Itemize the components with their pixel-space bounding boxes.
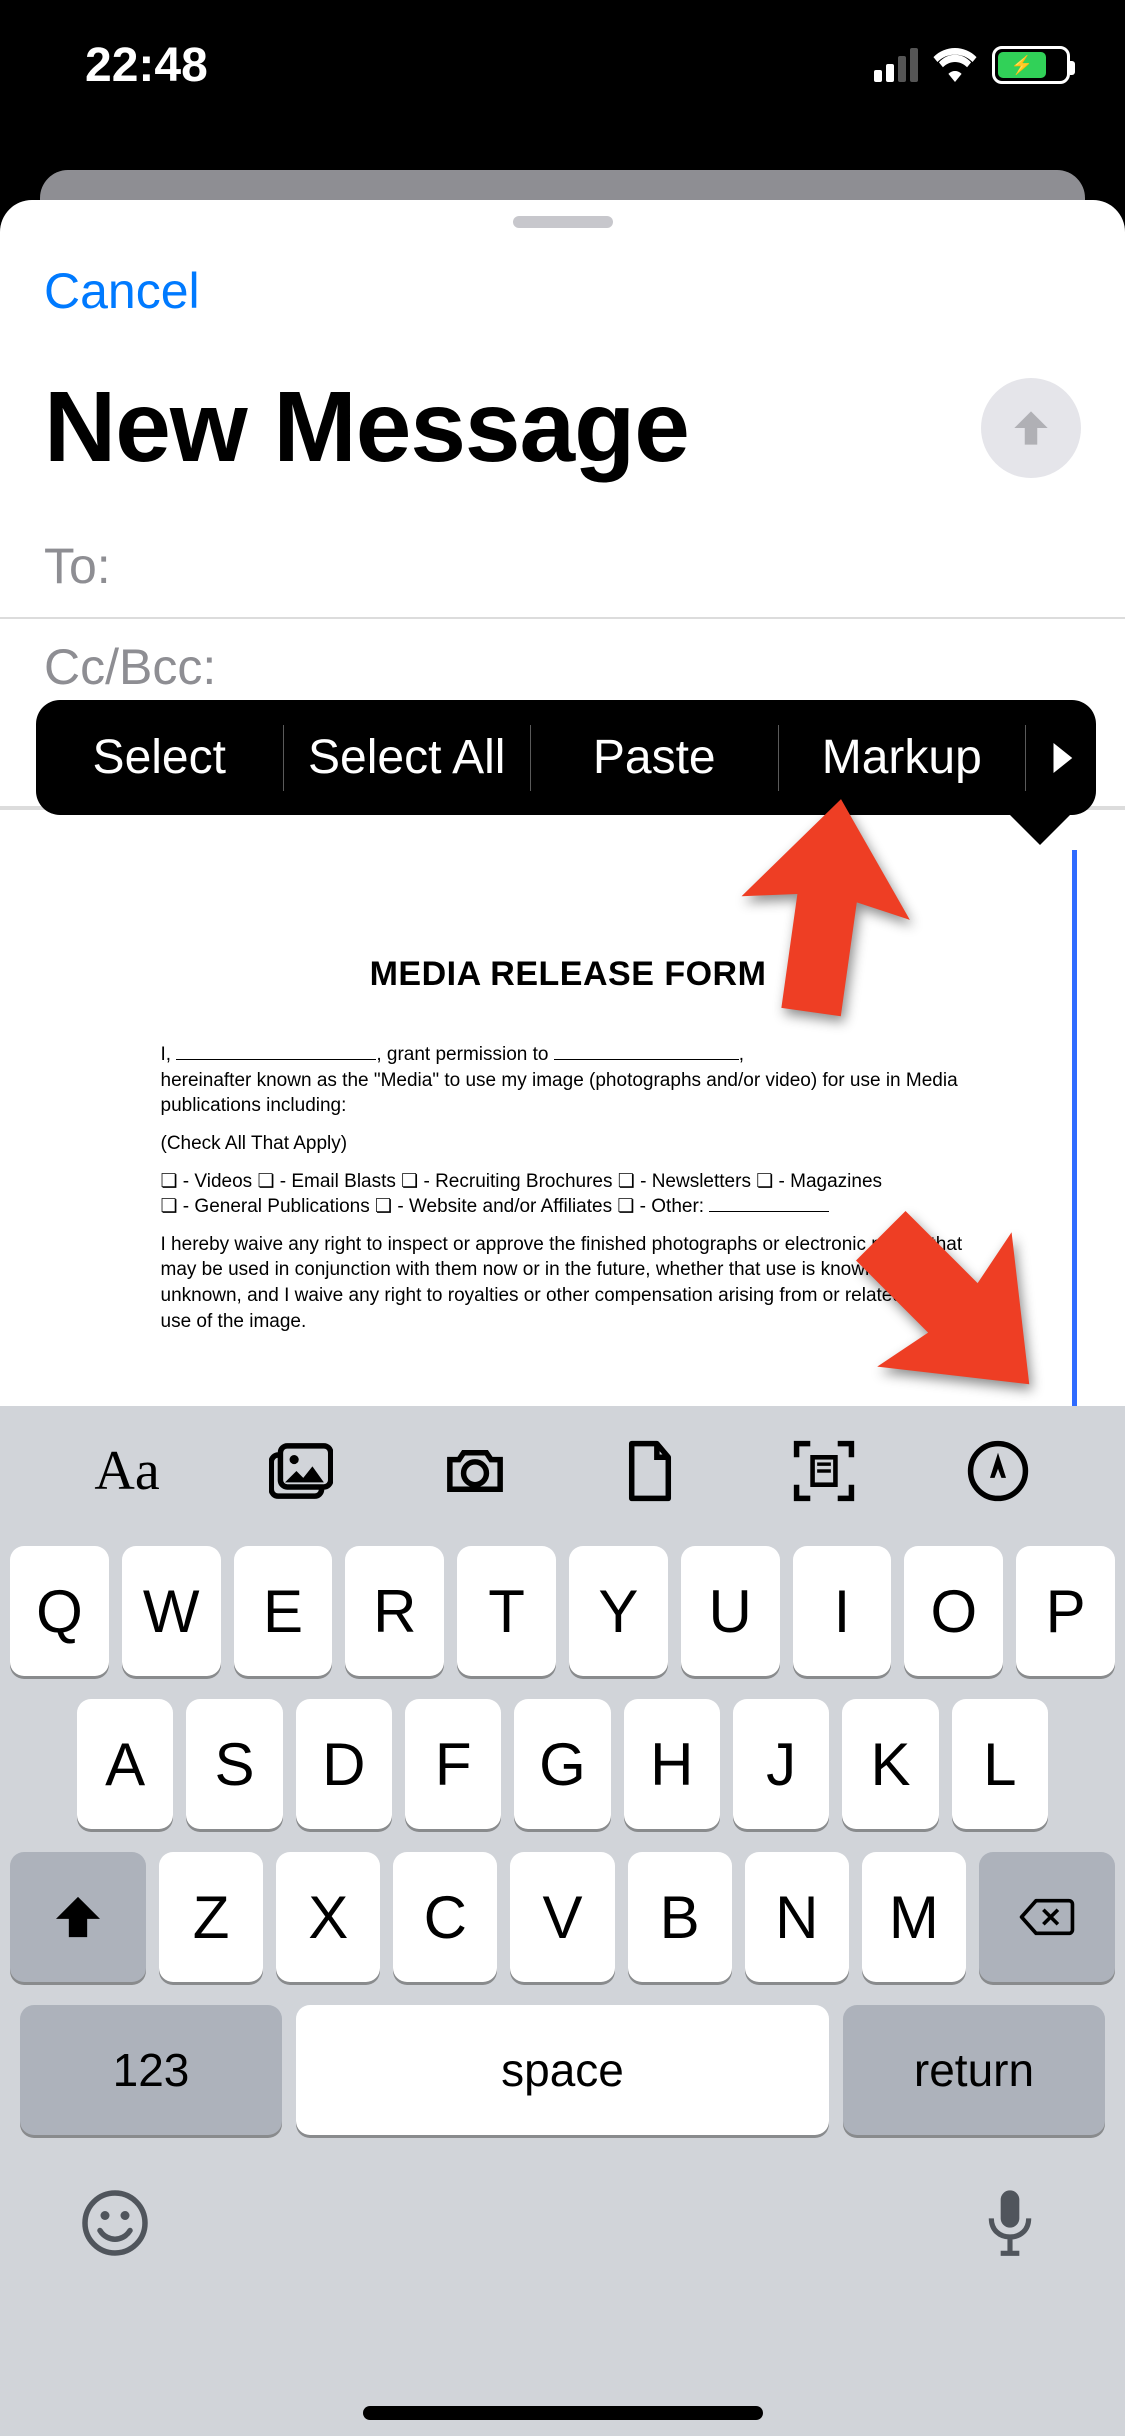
context-menu: Select Select All Paste Markup (36, 700, 1096, 815)
space-key[interactable]: space (296, 2005, 829, 2135)
compose-title: New Message (44, 370, 689, 485)
key-a[interactable]: A (77, 1699, 173, 1829)
key-f[interactable]: F (405, 1699, 501, 1829)
file-button[interactable] (610, 1431, 690, 1511)
key-r[interactable]: R (345, 1546, 444, 1676)
shift-icon (56, 1896, 100, 1938)
status-bar: 22:48 ⚡ (0, 0, 1125, 130)
ctx-markup[interactable]: Markup (779, 725, 1027, 791)
key-w[interactable]: W (122, 1546, 221, 1676)
to-field[interactable]: To: (0, 515, 1125, 619)
key-row-4: 123 space return (10, 2005, 1115, 2135)
key-m[interactable]: M (862, 1852, 966, 1982)
key-j[interactable]: J (733, 1699, 829, 1829)
file-icon (618, 1439, 682, 1503)
key-t[interactable]: T (457, 1546, 556, 1676)
key-b[interactable]: B (628, 1852, 732, 1982)
annotation-arrow-1 (735, 798, 915, 1028)
keyboard-toolbar: Aa (0, 1406, 1125, 1536)
scan-icon (792, 1439, 856, 1503)
shift-key[interactable] (10, 1852, 146, 1982)
emoji-icon (80, 2188, 150, 2258)
annotation-arrow-2 (850, 1205, 1060, 1415)
key-p[interactable]: P (1016, 1546, 1115, 1676)
ctx-select[interactable]: Select (36, 725, 284, 791)
context-menu-pointer (1010, 815, 1070, 845)
photos-icon (269, 1439, 333, 1503)
ctx-paste[interactable]: Paste (531, 725, 779, 791)
key-row-3: Z X C V B N M (10, 1852, 1115, 1982)
cell-signal-icon (874, 48, 918, 82)
selection-handle[interactable] (1072, 850, 1077, 1410)
camera-button[interactable] (435, 1431, 515, 1511)
key-q[interactable]: Q (10, 1546, 109, 1676)
photos-button[interactable] (261, 1431, 341, 1511)
scan-button[interactable] (784, 1431, 864, 1511)
arrow-up-icon (1006, 403, 1056, 453)
key-n[interactable]: N (745, 1852, 849, 1982)
status-time: 22:48 (85, 38, 208, 93)
markup-icon (966, 1439, 1030, 1503)
backspace-icon (1019, 1897, 1075, 1937)
key-z[interactable]: Z (159, 1852, 263, 1982)
sheet-grabber[interactable] (513, 216, 613, 228)
key-g[interactable]: G (514, 1699, 610, 1829)
key-u[interactable]: U (681, 1546, 780, 1676)
key-o[interactable]: O (904, 1546, 1003, 1676)
key-c[interactable]: C (393, 1852, 497, 1982)
format-button[interactable]: Aa (87, 1431, 167, 1511)
key-l[interactable]: L (952, 1699, 1048, 1829)
key-i[interactable]: I (793, 1546, 892, 1676)
return-key[interactable]: return (843, 2005, 1105, 2135)
markup-button[interactable] (958, 1431, 1038, 1511)
key-x[interactable]: X (276, 1852, 380, 1982)
status-indicators: ⚡ (874, 46, 1070, 84)
ctx-select-all[interactable]: Select All (284, 725, 532, 791)
cancel-button[interactable]: Cancel (0, 244, 244, 330)
chevron-right-icon (1047, 743, 1075, 773)
emoji-button[interactable] (80, 2188, 150, 2263)
key-row-2: A S D F G H J K L (10, 1699, 1115, 1829)
key-v[interactable]: V (510, 1852, 614, 1982)
keyboard-footer (0, 2135, 1125, 2275)
key-k[interactable]: K (842, 1699, 938, 1829)
key-h[interactable]: H (624, 1699, 720, 1829)
keyboard: Aa Q W E R T Y U I O P (0, 1406, 1125, 2436)
numbers-key[interactable]: 123 (20, 2005, 282, 2135)
key-d[interactable]: D (296, 1699, 392, 1829)
key-y[interactable]: Y (569, 1546, 668, 1676)
key-row-1: Q W E R T Y U I O P (10, 1546, 1115, 1676)
ctx-more-button[interactable] (1026, 743, 1096, 773)
camera-icon (443, 1439, 507, 1503)
wifi-icon (932, 48, 978, 82)
key-e[interactable]: E (234, 1546, 333, 1676)
home-indicator[interactable] (363, 2406, 763, 2420)
mic-icon (975, 2188, 1045, 2258)
dictation-button[interactable] (975, 2188, 1045, 2263)
send-button[interactable] (981, 378, 1081, 478)
key-s[interactable]: S (186, 1699, 282, 1829)
backspace-key[interactable] (979, 1852, 1115, 1982)
battery-icon: ⚡ (992, 46, 1070, 84)
